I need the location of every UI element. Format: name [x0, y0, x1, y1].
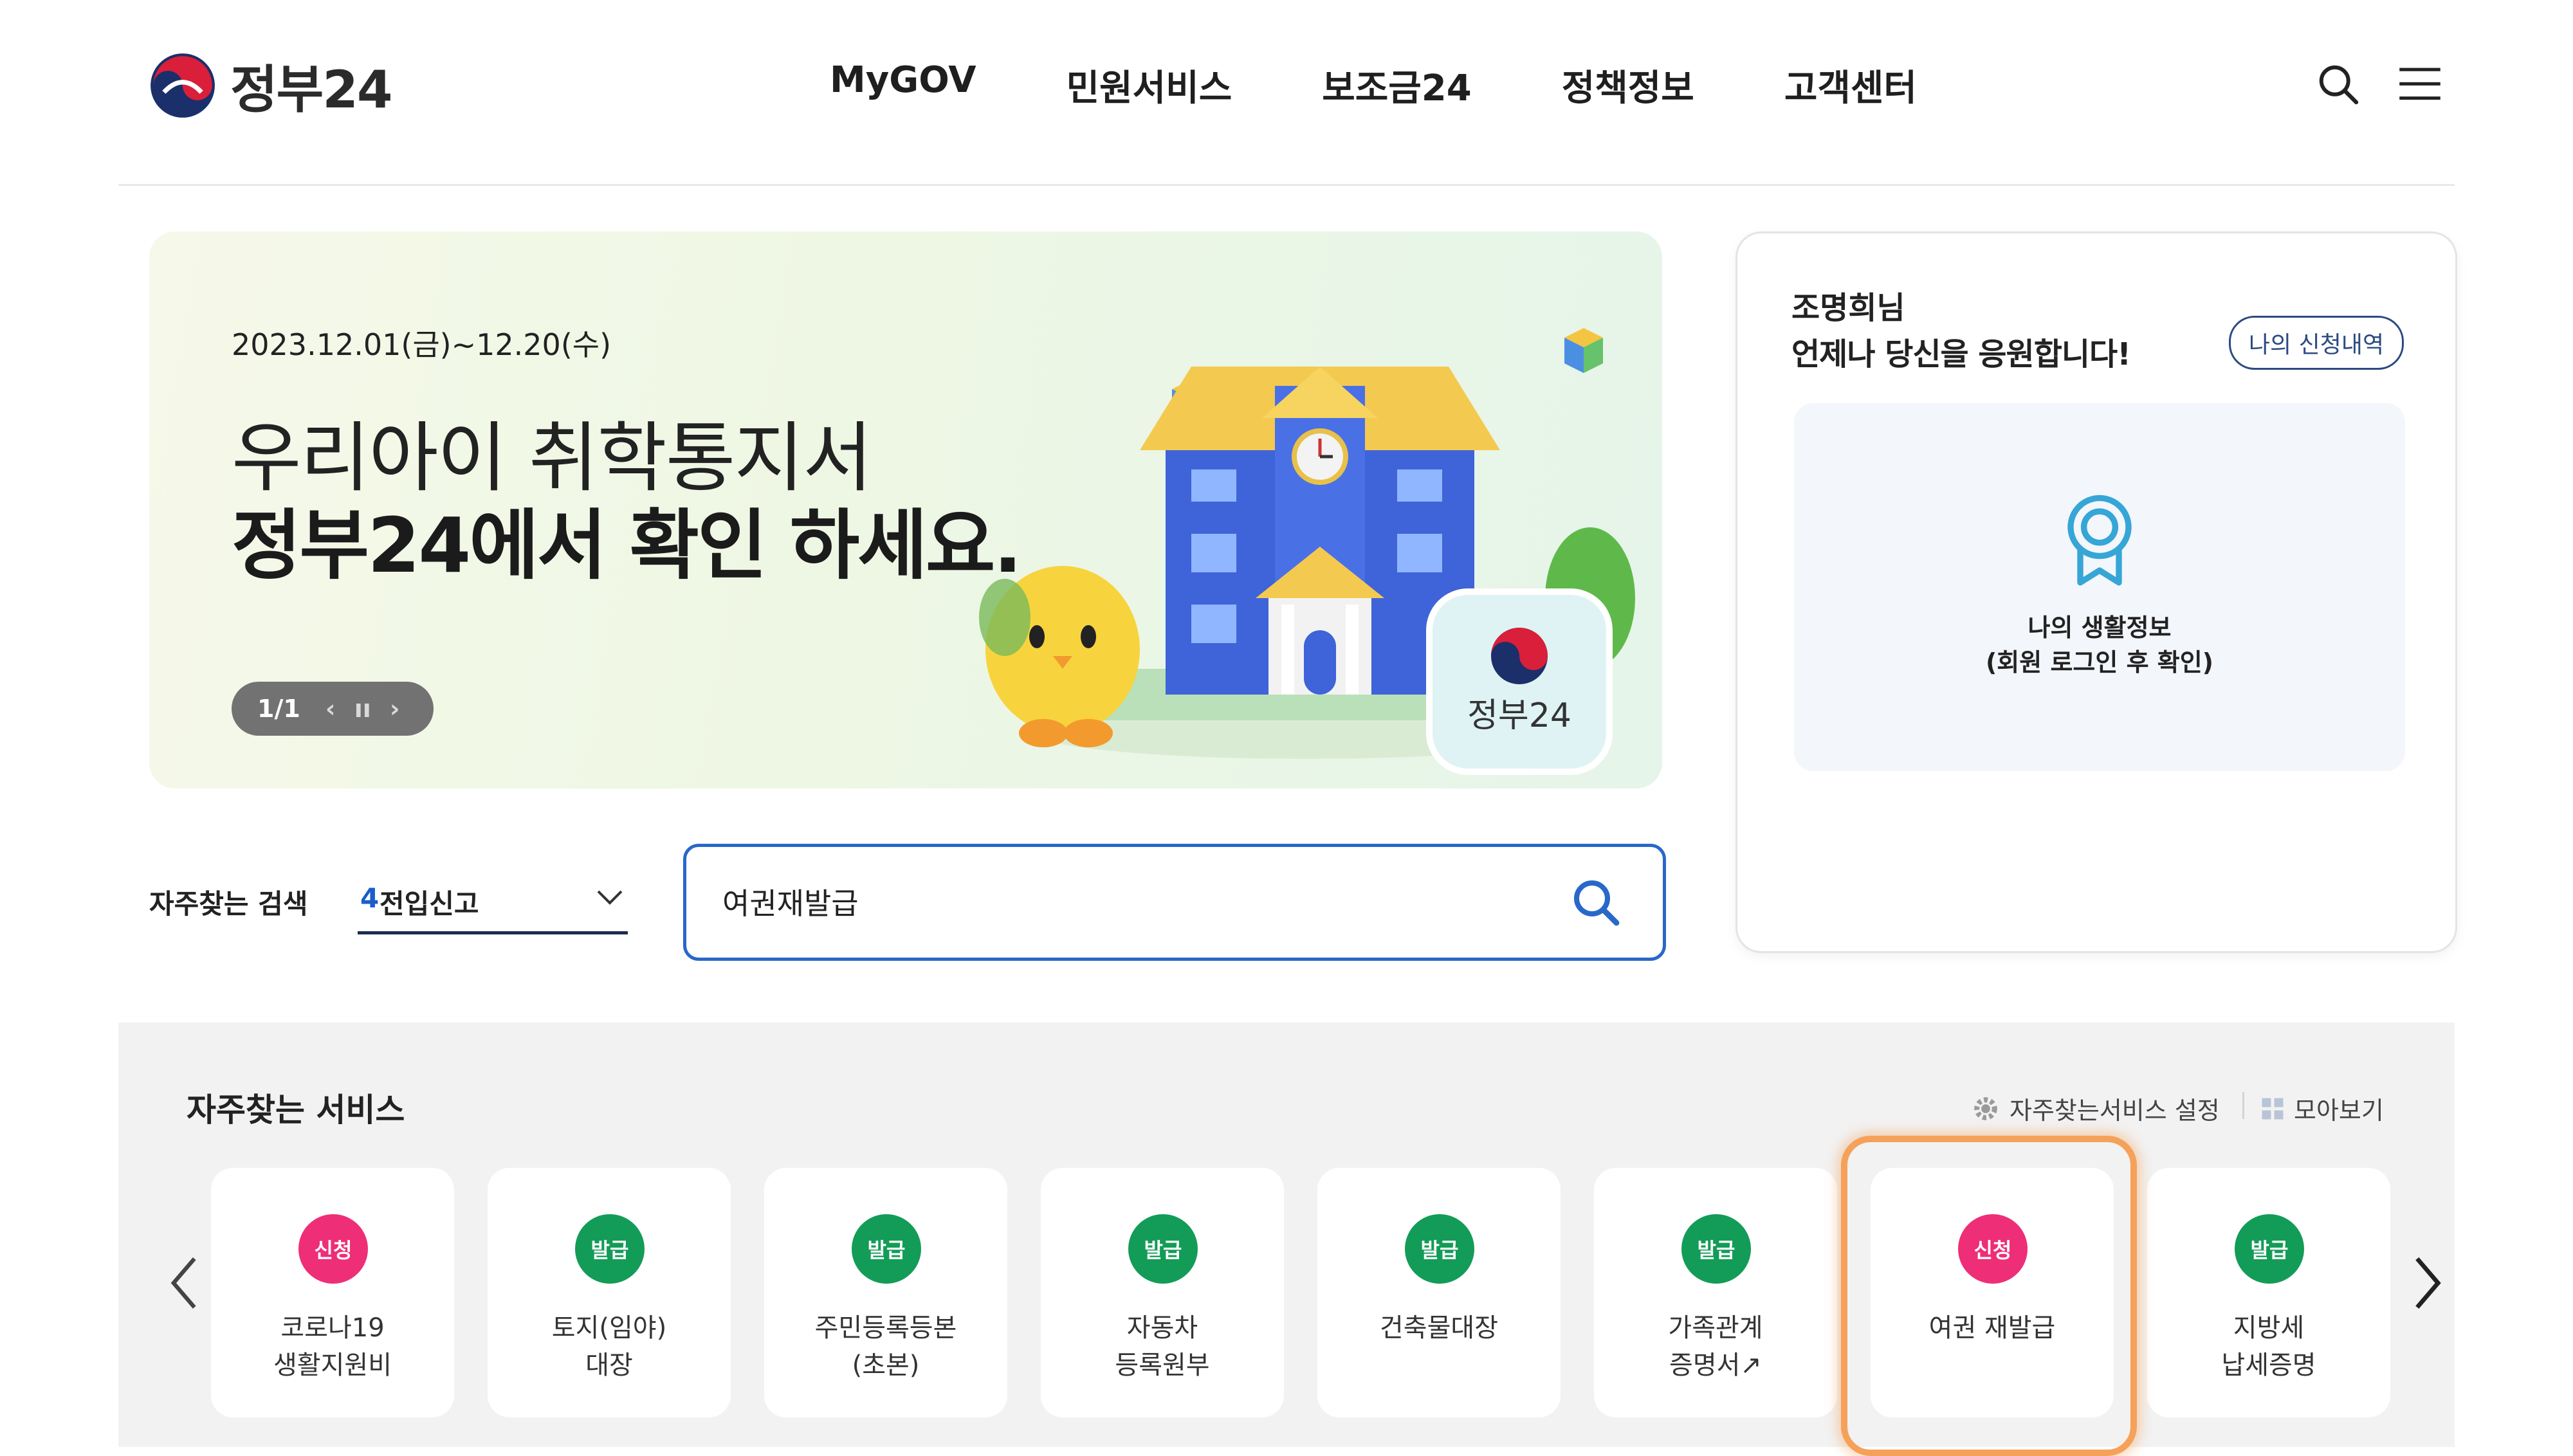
logo-text: 정부24 [230, 60, 393, 120]
banner-pause-button[interactable]: ıı [347, 695, 379, 723]
frequent-search-label: 자주찾는 검색 [149, 888, 308, 920]
frequent-services-section: 자주찾는 서비스 자주찾는서비스 설정 모아보기 신청 코로나19 생활지원비 … [118, 1023, 2455, 1447]
medal-icon [2067, 495, 2132, 586]
promo-banner[interactable]: 2023.12.01(금)~12.20(수) 우리아이 취학통지서 정부24에서… [149, 232, 1662, 788]
issue-badge: 발급 [852, 1214, 921, 1284]
service-card-label: 여권 재발급 [1928, 1313, 2056, 1343]
user-panel: 조명희님 언제나 당신을 응원합니다! 나의 신청내역 나의 생활정보 (회원 … [1735, 232, 2457, 953]
frequent-services-settings[interactable]: 자주찾는서비스 설정 [1971, 1091, 2220, 1126]
gov24-app-badge: 정부24 [1426, 588, 1613, 775]
search-icon[interactable] [2316, 62, 2361, 107]
service-card-label: 건축물대장 [1380, 1313, 1498, 1343]
nav-civil-service[interactable]: 민원서비스 [1067, 59, 1232, 111]
banner-headline-2: 정부24에서 확인 하세요. [232, 501, 1022, 590]
search-bar [683, 844, 1666, 961]
banner-controls: 1/1 ‹ ıı › [232, 682, 434, 736]
nav-customer-center[interactable]: 고객센터 [1784, 59, 1917, 111]
search-submit-icon[interactable] [1570, 877, 1622, 928]
frequent-search-rank: 4 [360, 882, 380, 914]
my-life-info-title: 나의 생활정보 [2028, 614, 2172, 642]
frequent-search-dropdown[interactable]: 4 전입신고 [358, 876, 628, 934]
service-card-label: 코로나19 생활지원비 [273, 1313, 392, 1380]
apply-badge: 신청 [1958, 1214, 2028, 1284]
toolbar-divider [2242, 1092, 2244, 1119]
chevron-right-icon[interactable] [2408, 1254, 2447, 1312]
issue-badge: 발급 [1681, 1214, 1751, 1284]
my-life-info-card[interactable]: 나의 생활정보 (회원 로그인 후 확인) [1794, 403, 2405, 771]
issue-badge: 발급 [575, 1214, 645, 1284]
service-card-family-certificate[interactable]: 발급 가족관계 증명서↗ [1594, 1168, 1837, 1417]
service-card-land-register[interactable]: 발급 토지(임야) 대장 [488, 1168, 731, 1417]
nav-subsidy24[interactable]: 보조금24 [1322, 59, 1472, 111]
view-all-button[interactable]: 모아보기 [2260, 1091, 2384, 1126]
frequent-search-term: 전입신고 [380, 888, 479, 920]
svg-text:정부24: 정부24 [1467, 696, 1571, 735]
user-greeting: 언제나 당신을 응원합니다! [1791, 336, 2131, 372]
my-life-info-note: (회원 로그인 후 확인) [1985, 648, 2214, 677]
service-card-vehicle-register[interactable]: 발급 자동차 등록원부 [1041, 1168, 1284, 1417]
issue-badge: 발급 [1405, 1214, 1474, 1284]
taegeuk-logo-icon [151, 53, 215, 118]
service-card-building-register[interactable]: 발급 건축물대장 [1317, 1168, 1561, 1417]
nav-mygov[interactable]: MyGOV [830, 59, 976, 111]
frequent-services-title: 자주찾는 서비스 [187, 1091, 405, 1129]
school-illustration: 정부24 [979, 328, 1635, 775]
service-card-passport-reissue[interactable]: 신청 여권 재발급 [1871, 1168, 2114, 1417]
settings-label: 자주찾는서비스 설정 [2010, 1097, 2220, 1125]
nav-policy-info[interactable]: 정책정보 [1562, 59, 1694, 111]
service-card-label: 지방세 납세증명 [2221, 1313, 2316, 1380]
apply-badge: 신청 [298, 1214, 368, 1284]
main-nav: MyGOV 민원서비스 보조금24 정책정보 고객센터 [830, 59, 1917, 111]
issue-badge: 발급 [1128, 1214, 1198, 1284]
chevron-left-icon[interactable] [165, 1254, 203, 1312]
issue-badge: 발급 [2235, 1214, 2304, 1284]
grid-icon [2262, 1098, 2284, 1119]
service-card-label: 토지(임야) 대장 [551, 1313, 667, 1380]
header-divider [118, 184, 2455, 186]
banner-next-button[interactable]: › [379, 695, 411, 723]
service-card-label: 가족관계 증명서↗ [1668, 1313, 1763, 1380]
service-card-covid-support[interactable]: 신청 코로나19 생활지원비 [211, 1168, 454, 1417]
user-name: 조명희님 [1791, 290, 1905, 326]
banner-prev-button[interactable]: ‹ [315, 695, 347, 723]
gear-icon [1974, 1097, 1997, 1120]
service-card-label: 주민등록등본 (초본) [814, 1313, 957, 1380]
banner-date: 2023.12.01(금)~12.20(수) [232, 327, 612, 362]
gov24-logo[interactable]: 정부24 [149, 50, 407, 121]
service-card-local-tax-certificate[interactable]: 발급 지방세 납세증명 [2147, 1168, 2390, 1417]
hamburger-menu-icon[interactable] [2399, 67, 2440, 102]
banner-counter: 1/1 [257, 695, 300, 723]
chevron-down-icon [597, 890, 623, 905]
service-card-resident-registration[interactable]: 발급 주민등록등본 (초본) [764, 1168, 1007, 1417]
view-all-label: 모아보기 [2294, 1097, 2384, 1125]
search-input[interactable] [721, 875, 1528, 928]
my-applications-button[interactable]: 나의 신청내역 [2229, 316, 2404, 370]
service-card-label: 자동차 등록원부 [1115, 1313, 1210, 1380]
